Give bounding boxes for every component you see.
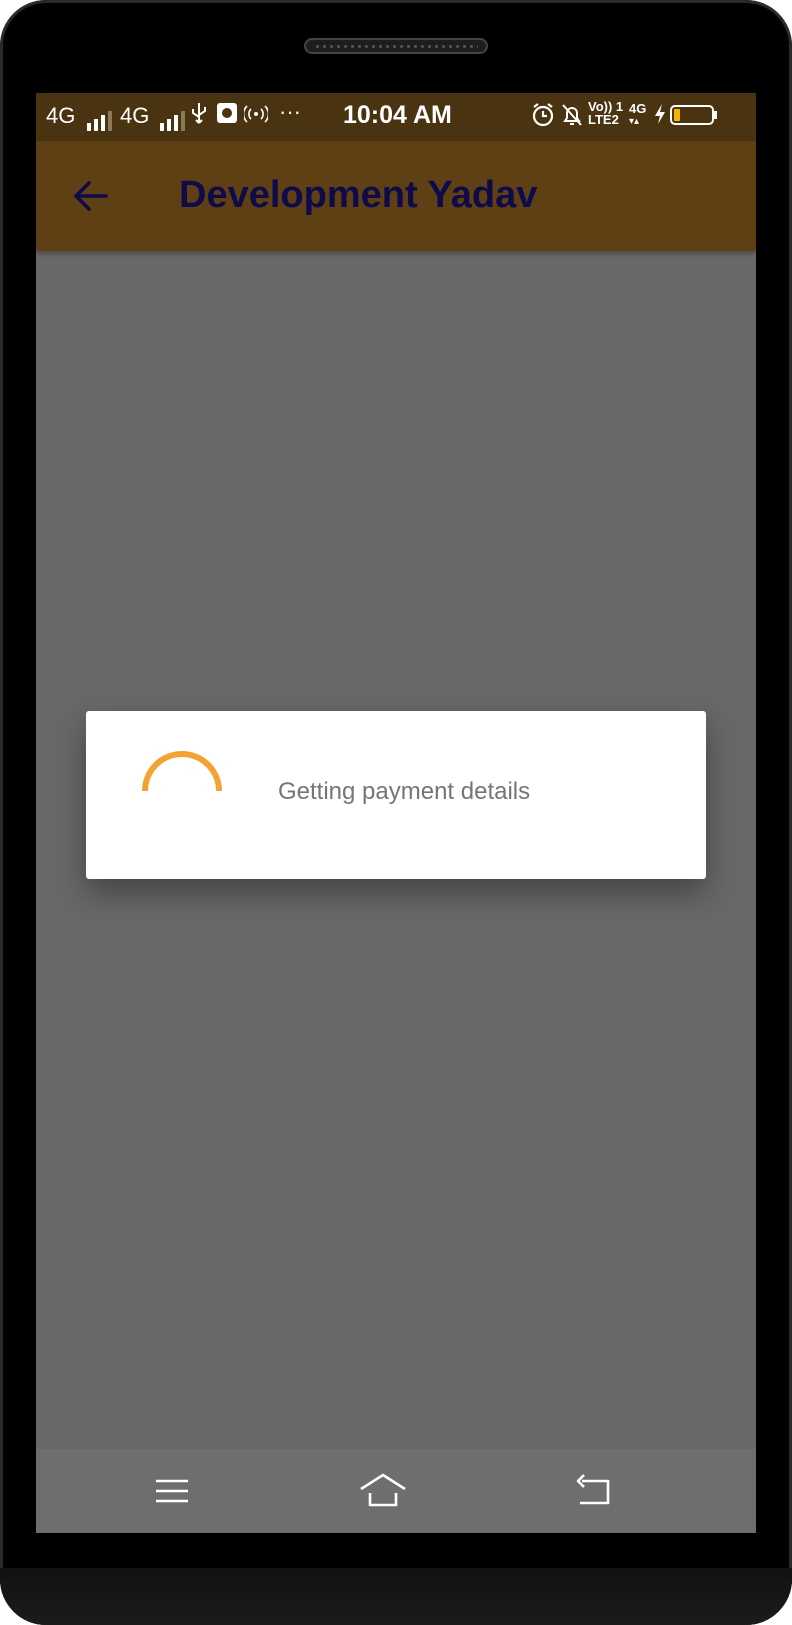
arrow-left-icon [74,181,108,211]
home-icon [360,1473,406,1507]
back-nav-icon [576,1474,610,1505]
alarm-icon [531,102,555,134]
menu-button[interactable] [150,1469,194,1513]
hotspot-icon [242,104,270,130]
loading-spinner-icon [142,751,222,792]
back-nav-button[interactable] [570,1469,614,1513]
network-label-2: 4G [120,103,150,128]
usb-icon [190,101,208,133]
signal-icon-2 [154,105,188,131]
screen: 4G 4G ··· 10:04 AM Vo)) 1 LTE2 4G ▾▴ Dev… [36,93,756,1533]
home-button[interactable] [358,1469,406,1513]
app-bar: Development Yadav [36,141,756,251]
overflow-icon: ··· [279,99,301,124]
status-time: 10:04 AM [343,101,452,129]
battery-icon [670,105,718,131]
earpiece-speaker [304,38,488,54]
network-label-3: 4G [629,101,647,116]
mute-notification-icon [560,102,584,134]
back-button[interactable] [70,175,112,217]
page-title: Development Yadav [179,174,538,216]
network-label-1: 4G [46,103,76,128]
phone-chin [0,1568,792,1625]
navigation-bar [36,1449,756,1533]
status-bar: 4G 4G ··· 10:04 AM Vo)) 1 LTE2 4G ▾▴ [36,93,756,141]
data-activity-icon: ▾▴ [629,116,640,127]
progress-dialog: Getting payment details [86,711,706,879]
dialog-message: Getting payment details [278,778,531,805]
phone-frame: 4G 4G ··· 10:04 AM Vo)) 1 LTE2 4G ▾▴ Dev… [0,0,792,1625]
volte-indicator: Vo)) 1 LTE2 [588,99,624,127]
charging-icon [654,103,666,131]
menu-icon [156,1479,188,1503]
usb-debug-icon [216,102,238,130]
signal-icon-1 [81,105,115,131]
